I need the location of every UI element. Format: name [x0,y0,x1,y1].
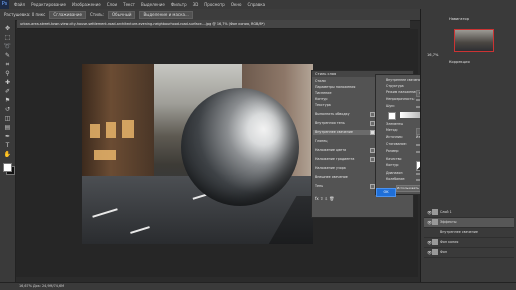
opacity-label: Непрозрачность: [386,97,415,101]
zoom-readout: 16,7% [427,53,439,57]
layer-name: Фон копия [440,240,459,244]
visibility-eye-icon[interactable]: 👁 [427,238,432,247]
ok-button[interactable]: OK [376,188,396,197]
building-left [82,64,154,182]
layer-name: Внутреннее свечение [440,230,478,234]
menu-image[interactable]: Изображение [72,2,101,7]
menu-type[interactable]: Текст [123,2,135,7]
style-item-stroke[interactable]: Выполнить обводку [315,112,350,116]
menu-bar: Ps Файл Редактирование Изображение Слои … [0,0,516,9]
brush-tool-icon[interactable]: ✐ [3,89,12,95]
document-image[interactable] [82,64,313,244]
style-item-inner-glow[interactable]: Внутреннее свечение [315,130,353,134]
source-label: Источник: [386,135,403,139]
blend-mode-label: Режим наложения: [386,90,419,94]
eyedropper-tool-icon[interactable]: ⚲ [3,71,12,77]
menu-help[interactable]: Справка [247,2,265,7]
elements-heading: Элементы [386,122,404,126]
select-and-mask-button[interactable]: Выделение и маска... [139,10,193,19]
method-label: Метод: [386,128,398,132]
style-item-contour[interactable]: Контур [315,97,327,101]
style-item-drop-shadow[interactable]: Тень [315,184,323,188]
range-label: Диапазон: [386,171,404,175]
move-tool-icon[interactable]: ✥ [3,26,12,32]
layer-row[interactable]: Внутреннее свечение [424,228,514,238]
style-select[interactable]: Обычный [107,10,136,19]
layer-row[interactable]: Эффекты [424,218,514,228]
navigator-tab[interactable]: Навигатор [449,17,469,22]
glow-color-swatch[interactable] [388,112,396,120]
menu-3d[interactable]: 3D [193,2,199,7]
style-item-pattern-overlay[interactable]: Наложение узора [315,166,346,170]
menu-select[interactable]: Выделение [141,2,165,7]
style-item-outer-glow[interactable]: Внешнее свечение [315,175,348,179]
healing-tool-icon[interactable]: ✚ [3,80,12,86]
layer-name: Эффекты [440,220,457,224]
history-brush-tool-icon[interactable]: ↺ [3,107,12,113]
quick-select-tool-icon[interactable]: ✎ [3,53,12,59]
visibility-eye-icon[interactable]: 👁 [427,248,432,257]
style-item-satin[interactable]: Глянец [315,139,328,143]
document-tab[interactable]: urban-area-street-town-view-city-house-s… [17,20,410,29]
style-item-inner-shadow[interactable]: Внутренняя тень [315,121,345,125]
hand-tool-icon[interactable]: ✋ [3,152,12,158]
menu-window[interactable]: Окно [231,2,242,7]
stamp-tool-icon[interactable]: ⚑ [3,98,12,104]
style-item-blending[interactable]: Параметры наложения [315,85,355,89]
feather-label[interactable]: Растушевка: 0 пикс [4,12,45,17]
style-label: Стиль: [89,12,104,17]
eraser-tool-icon[interactable]: ◫ [3,116,12,122]
menu-edit[interactable]: Редактирование [31,2,66,7]
layer-name: Фон [440,250,448,254]
visibility-eye-icon[interactable]: 👁 [427,208,432,217]
visibility-eye-icon[interactable]: 👁 [427,218,432,227]
quality-heading: Качество [386,157,402,161]
layer-row[interactable]: Слой 1 [424,208,514,218]
layer-row[interactable]: Фон копия [424,238,514,248]
style-item-bevel[interactable]: Тиснение [315,91,331,95]
panel-title: Внутреннее свечение [386,78,423,82]
style-item-styles[interactable]: Стили [315,79,326,83]
foreground-color-swatch[interactable] [3,163,12,172]
layer-thumbnail [432,239,438,245]
pen-tool-icon[interactable]: ✒ [3,134,12,140]
window-light [90,124,100,138]
gradient-tool-icon[interactable]: ▤ [3,125,12,131]
photoshop-logo-icon: Ps [0,0,9,9]
navigator-thumbnail[interactable] [454,29,494,52]
fx-menu-icon[interactable]: fx ⇧ ⇩ 🗑 [315,197,334,201]
structure-heading: Структура [386,84,404,88]
menu-filter[interactable]: Фильтр [171,2,187,7]
style-item-gradient-overlay[interactable]: Наложение градиента [315,157,354,161]
jitter-label: Колебание: [386,177,406,181]
menu-layer[interactable]: Слои [107,2,117,7]
contour-label: Контур: [386,163,400,167]
style-item-texture[interactable]: Текстура [315,103,331,107]
layer-thumbnail [432,219,438,225]
noise-label: Шум: [386,104,395,108]
layer-thumbnail [432,209,438,215]
adjustments-tab[interactable]: Коррекция [449,60,470,65]
window-light [94,150,116,160]
marquee-tool-icon[interactable]: ⬚ [3,35,12,41]
layer-row[interactable]: Фон [424,248,514,258]
glass-sphere [181,88,299,206]
tools-panel: ✥ ⬚ ➰ ✎ ⌗ ⚲ ✚ ✐ ⚑ ↺ ◫ ▤ ✒ T ✋ [0,20,16,282]
layer-thumbnail [432,249,438,255]
antialias-checkbox[interactable]: Сглаживание [49,10,86,19]
size-label: Размер: [386,149,400,153]
type-tool-icon[interactable]: T [3,143,12,149]
style-item-color-overlay[interactable]: Наложение цвета [315,148,346,152]
crop-tool-icon[interactable]: ⌗ [3,62,12,68]
window-light [122,120,134,138]
menu-file[interactable]: Файл [14,2,25,7]
lasso-tool-icon[interactable]: ➰ [3,44,12,50]
choke-label: Стягивание: [386,142,407,146]
window-light [106,122,116,138]
menu-view[interactable]: Просмотр [204,2,225,7]
layer-name: Слой 1 [440,210,452,214]
